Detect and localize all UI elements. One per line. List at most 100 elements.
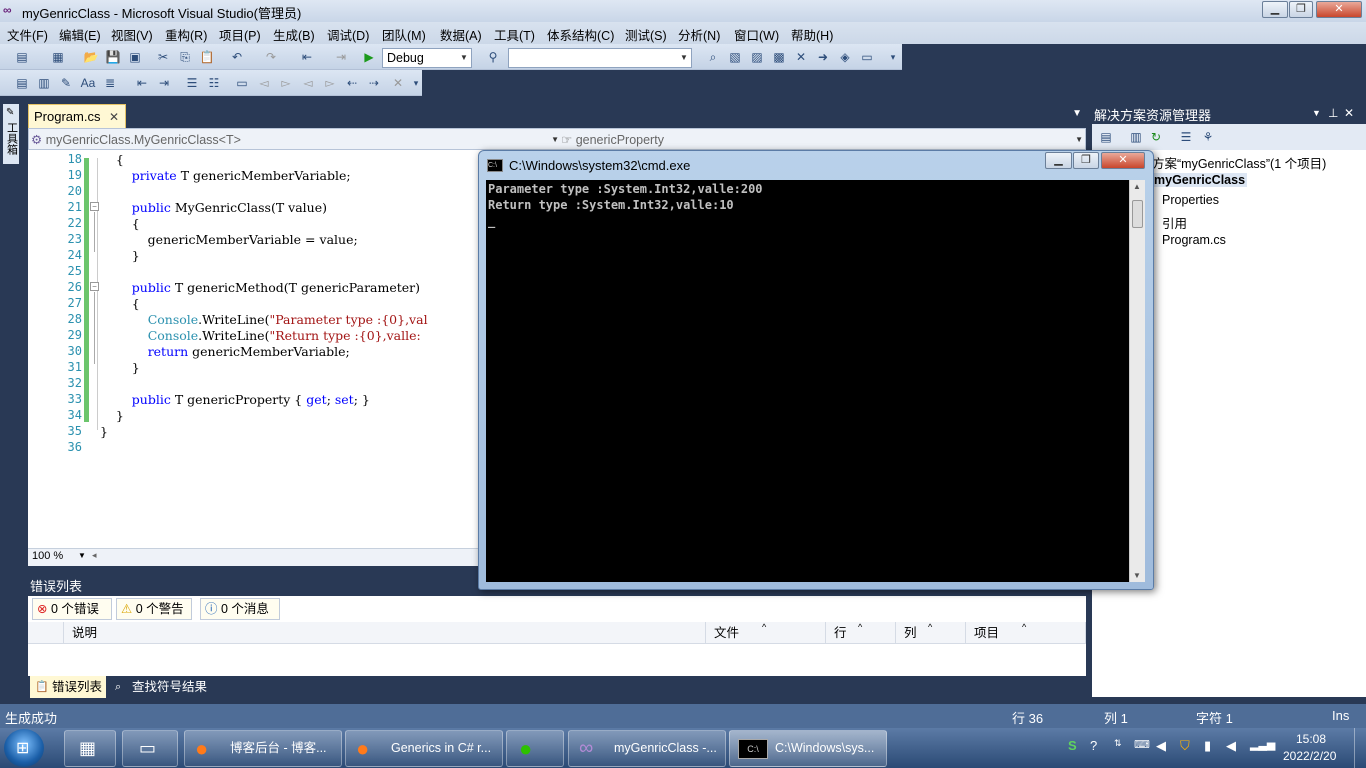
column-header-line[interactable]: 行 ^ — [826, 622, 896, 644]
new-project-icon[interactable]: ▤ — [14, 49, 30, 65]
security-shield-icon[interactable]: ⛉ — [1180, 738, 1190, 754]
scroll-up-icon[interactable]: ▲ — [1133, 182, 1141, 191]
code-line[interactable]: } — [100, 408, 124, 423]
start-button[interactable]: ⊞ — [4, 729, 44, 767]
menu-debug[interactable]: 调试(D) — [327, 25, 369, 44]
code-line[interactable]: { — [100, 296, 140, 311]
collapse-icon[interactable]: − — [90, 202, 99, 211]
errors-filter-button[interactable]: ⊗ 0 个错误 — [32, 598, 112, 620]
code-line[interactable]: { — [100, 152, 124, 167]
next-bookmark-folder-icon[interactable]: ▻ — [322, 75, 338, 91]
properties-icon[interactable]: ▨ — [749, 49, 765, 65]
paste-icon[interactable]: 📋 — [199, 49, 215, 65]
show-desktop-button[interactable] — [1354, 728, 1366, 768]
scroll-thumb[interactable] — [1132, 200, 1143, 228]
tree-solution[interactable]: 方案“myGenricClass”(1 个项目) — [1152, 153, 1326, 172]
tab-find-symbol-results[interactable]: ⌕ 查找符号结果 — [110, 676, 220, 698]
refresh-icon[interactable]: ↻ — [1148, 129, 1164, 145]
keyboard-icon[interactable]: ⌨ — [1134, 738, 1150, 751]
cmd-window[interactable]: C:\ C:\Windows\system32\cmd.exe ▁ ❐ ✕ Pa… — [478, 150, 1154, 590]
tab-program-cs[interactable]: Program.cs ✕ — [28, 104, 126, 128]
code-line[interactable]: { — [100, 216, 140, 231]
code-line[interactable]: public T genericProperty { get; set; } — [100, 392, 370, 407]
chevron-down-icon[interactable]: ▼ — [78, 551, 86, 560]
toolbar-options-icon[interactable]: ▾ — [885, 49, 901, 65]
view-code-icon[interactable]: ☰ — [1178, 129, 1194, 145]
menu-architecture[interactable]: 体系结构(C) — [547, 25, 614, 44]
close-icon[interactable]: ✕ — [109, 110, 119, 124]
taskbar-pinned-explorer[interactable]: ▦ — [64, 730, 116, 767]
toolbox-icon[interactable]: ✕ — [793, 49, 809, 65]
outdent-icon[interactable]: ⇤ — [134, 75, 150, 91]
speaker-icon[interactable]: ◀ — [1226, 738, 1236, 754]
redo-icon[interactable]: ↷ — [263, 49, 279, 65]
object-browser-icon[interactable]: ▩ — [771, 49, 787, 65]
minimize-button[interactable]: ▁ — [1262, 1, 1288, 18]
class-diagram-icon[interactable]: ⚘ — [1200, 129, 1216, 145]
collapse-icon[interactable]: − — [90, 282, 99, 291]
column-header-column[interactable]: 列 ^ — [896, 622, 966, 644]
menu-window[interactable]: 窗口(W) — [734, 25, 779, 44]
menu-build[interactable]: 生成(B) — [273, 25, 315, 44]
menu-file[interactable]: 文件(F) — [7, 25, 48, 44]
code-line[interactable]: genericMemberVariable = value; — [100, 232, 358, 247]
save-all-icon[interactable]: ▣ — [127, 49, 143, 65]
menu-view[interactable]: 视图(V) — [111, 25, 153, 44]
warnings-filter-button[interactable]: ⚠ 0 个警告 — [116, 598, 192, 620]
menu-data[interactable]: 数据(A) — [440, 25, 482, 44]
parameter-info-icon[interactable]: ✎ — [58, 75, 74, 91]
clear-bookmarks-icon[interactable]: ✕ — [390, 75, 406, 91]
taskbar-cmd[interactable]: C:\ C:\Windows\sys... — [729, 730, 887, 767]
tree-item-references[interactable]: 引用 — [1162, 213, 1187, 232]
cmd-close-button[interactable]: ✕ — [1101, 152, 1145, 169]
tree-item-program-cs[interactable]: Program.cs — [1162, 233, 1226, 247]
taskbar-wechat[interactable]: ● — [506, 730, 564, 767]
quick-info-icon[interactable]: Aa — [80, 75, 96, 91]
menu-team[interactable]: 团队(M) — [382, 25, 426, 44]
device-icon[interactable]: ▮ — [1204, 738, 1211, 754]
prev-bookmark-doc-icon[interactable]: ⇠ — [344, 75, 360, 91]
tab-error-list[interactable]: 📋 错误列表 — [30, 676, 106, 698]
start-page-icon[interactable]: ➜ — [815, 49, 831, 65]
add-item-icon[interactable]: ▦ — [50, 49, 66, 65]
pin-icon[interactable]: ⊥ — [1328, 106, 1338, 120]
solution-explorer-icon[interactable]: ▧ — [727, 49, 743, 65]
panel-dropdown-icon[interactable]: ▼ — [1312, 108, 1321, 118]
start-debugging-icon[interactable]: ▶ — [361, 49, 377, 65]
solution-config-combo[interactable]: Debug ▼ — [382, 48, 472, 68]
code-line[interactable]: } — [100, 248, 140, 263]
next-bookmark-doc-icon[interactable]: ⇢ — [366, 75, 382, 91]
menu-edit[interactable]: 编辑(E) — [59, 25, 101, 44]
code-line[interactable]: public T genericMethod(T genericParamete… — [100, 280, 420, 295]
cmd-maximize-button[interactable]: ❐ — [1073, 152, 1099, 169]
complete-word-icon[interactable]: ≣ — [102, 75, 118, 91]
maximize-button[interactable]: ❐ — [1289, 1, 1313, 18]
code-line[interactable]: } — [100, 424, 108, 439]
extension-manager-icon[interactable]: ◈ — [837, 49, 853, 65]
tray-expand-icon[interactable]: ⇅ — [1114, 738, 1122, 749]
zoom-level[interactable]: 100 % — [32, 550, 63, 562]
indent-icon[interactable]: ⇥ — [156, 75, 172, 91]
navigate-back-icon[interactable]: ⇤ — [299, 49, 315, 65]
code-line[interactable]: Console.WriteLine("Return type :{0},vall… — [100, 328, 421, 343]
menu-test[interactable]: 测试(S) — [625, 25, 667, 44]
comment-icon[interactable]: ☰ — [184, 75, 200, 91]
navigate-forward-icon[interactable]: ⇥ — [333, 49, 349, 65]
taskbar-visual-studio[interactable]: ∞ myGenricClass -... — [568, 730, 726, 767]
next-bookmark-icon[interactable]: ▻ — [278, 75, 294, 91]
column-header-file[interactable]: 文件 ^ — [706, 622, 826, 644]
tree-item-properties[interactable]: Properties — [1162, 193, 1219, 207]
sogou-input-icon[interactable]: S — [1068, 738, 1077, 753]
column-header-description[interactable]: 说明 — [64, 622, 706, 644]
messages-filter-button[interactable]: ⓘ 0 个消息 — [200, 598, 280, 620]
column-header-blank[interactable] — [28, 622, 64, 644]
close-icon[interactable]: ✕ — [1344, 106, 1354, 120]
cmd-scrollbar[interactable]: ▲ ▼ — [1129, 180, 1145, 582]
taskbar-pinned-desktop[interactable]: ▭ — [122, 730, 178, 767]
save-icon[interactable]: 💾 — [105, 49, 121, 65]
prev-bookmark-folder-icon[interactable]: ◅ — [300, 75, 316, 91]
taskbar-firefox-blog[interactable]: ● 博客后台 - 博客... — [184, 730, 342, 767]
volume-mute-icon[interactable]: ◀ — [1156, 738, 1166, 754]
clock-time[interactable]: 15:08 — [1296, 732, 1326, 746]
code-line[interactable]: } — [100, 360, 140, 375]
